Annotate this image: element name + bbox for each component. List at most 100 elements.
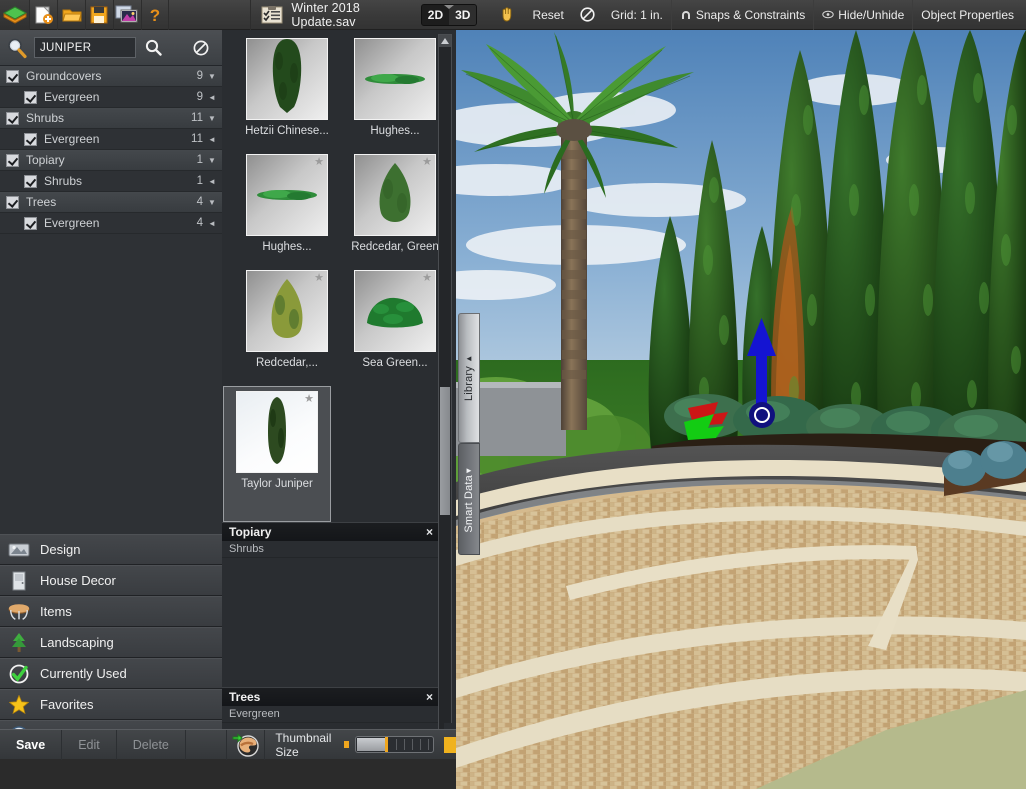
search-button[interactable] <box>136 30 170 66</box>
help-question-icon[interactable]: ? <box>142 0 170 30</box>
size-max-swatch[interactable] <box>444 736 457 753</box>
sub-panel-header: Topiary × <box>222 522 438 541</box>
slider-knob[interactable] <box>384 737 388 752</box>
favorite-star-icon[interactable]: ★ <box>422 273 432 284</box>
filter-caret-icon[interactable]: ◄ <box>208 177 216 186</box>
thumbnail-image[interactable] <box>354 38 436 120</box>
filter-checkbox[interactable] <box>24 90 37 104</box>
magnifier-icon <box>0 37 34 59</box>
clear-filter-icon[interactable] <box>184 30 218 66</box>
filter-caret-icon[interactable]: ▼ <box>208 72 216 81</box>
filter-caret-icon[interactable]: ▼ <box>208 114 216 123</box>
sidebar-item-favorites[interactable]: Favorites <box>0 689 222 720</box>
filter-row-shrubs-2[interactable]: Shrubs 11 ▼ <box>0 108 222 129</box>
sidebar-item-currently-used[interactable]: Currently Used <box>0 658 222 689</box>
no-entry-icon[interactable] <box>572 0 603 30</box>
file-name-label: Winter 2018 Update.sav <box>291 0 360 29</box>
save-button[interactable]: Save <box>0 729 63 760</box>
filter-caret-icon[interactable]: ◄ <box>208 93 216 102</box>
thumbnail-size-label: Thumbnail Size <box>275 730 332 759</box>
sub-panel-subtitle: Evergreen <box>222 706 438 723</box>
thumbnail-tile[interactable]: ★ Hughes... <box>234 154 340 280</box>
filter-count: 9 <box>196 70 203 82</box>
filter-row-groundcovers-0[interactable]: Groundcovers 9 ▼ <box>0 66 222 87</box>
object-properties-button[interactable]: Object Properties <box>912 0 1022 30</box>
thumbnail-tile[interactable]: Hetzii Chinese... <box>234 38 340 164</box>
delete-button[interactable]: Delete <box>117 729 186 760</box>
reset-button[interactable]: Reset <box>524 0 571 30</box>
filter-label: Trees <box>26 195 57 209</box>
filter-caret-icon[interactable]: ▼ <box>208 156 216 165</box>
thumbnail-tile-selected[interactable]: ★ Taylor Juniper <box>223 386 331 522</box>
filter-caret-icon[interactable]: ▼ <box>208 198 216 207</box>
view-mode-toggle[interactable]: 2D 3D <box>411 0 492 30</box>
sidebar-item-house-decor[interactable]: House Decor <box>0 565 222 596</box>
scrollbar-thumb[interactable] <box>440 387 450 515</box>
snaps-constraints-button[interactable]: Snaps & Constraints <box>670 0 813 30</box>
filter-row-shrubs-5[interactable]: Shrubs 1 ◄ <box>0 171 222 192</box>
save-floppy-icon[interactable] <box>86 0 114 30</box>
new-file-icon[interactable] <box>30 0 59 30</box>
edit-button[interactable]: Edit <box>62 729 117 760</box>
filter-caret-icon[interactable]: ◄ <box>208 135 216 144</box>
thumbnail-tile[interactable]: Hughes... <box>342 38 438 164</box>
3d-viewport[interactable]: ◄ Library ► Smart Data <box>456 30 1026 789</box>
sidebar-item-label: Currently Used <box>40 666 127 681</box>
thumbnail-size-slider[interactable] <box>354 736 435 753</box>
app-logo-icon[interactable] <box>0 0 31 30</box>
favorite-star-icon[interactable]: ★ <box>422 157 432 168</box>
view-3d-button[interactable]: 3D <box>449 4 477 25</box>
library-tab[interactable]: ◄ Library <box>458 313 480 443</box>
sub-panel-title: Trees <box>229 690 261 704</box>
sidebar-item-landscaping[interactable]: Landscaping <box>0 627 222 658</box>
close-icon[interactable]: × <box>426 525 433 539</box>
sidebar-item-design[interactable]: Design <box>0 534 222 565</box>
filter-checkbox[interactable] <box>6 69 19 83</box>
scroll-up-arrow-icon[interactable] <box>439 35 451 47</box>
favorite-star-icon[interactable]: ★ <box>304 394 314 405</box>
filter-checkbox[interactable] <box>24 216 37 230</box>
thumbnail-label: Hughes... <box>370 125 420 137</box>
smart-data-tab[interactable]: ► Smart Data <box>458 443 480 555</box>
filter-checkbox[interactable] <box>6 111 19 125</box>
filter-checkbox[interactable] <box>24 132 37 146</box>
close-icon[interactable]: × <box>426 690 433 704</box>
thumbnail-label: Redcedar,... <box>255 357 318 369</box>
hide-unhide-button[interactable]: Hide/Unhide <box>813 0 912 30</box>
library-scrollbar[interactable] <box>438 34 452 750</box>
current-file[interactable]: Winter 2018 Update.sav <box>251 0 410 30</box>
snaps-label: Snaps & Constraints <box>695 7 806 22</box>
thumbnail-image[interactable]: ★ <box>246 270 328 352</box>
thumbnail-tile[interactable]: ★ Sea Green... <box>342 270 438 396</box>
filter-checkbox[interactable] <box>6 195 19 209</box>
filter-row-evergreen-3[interactable]: Evergreen 11 ◄ <box>0 129 222 150</box>
thumbnail-image[interactable]: ★ <box>246 154 328 236</box>
filter-row-topiary-4[interactable]: Topiary 1 ▼ <box>0 150 222 171</box>
toolbar-gap <box>169 0 252 30</box>
favorite-star-icon[interactable]: ★ <box>314 157 324 168</box>
sidebar-item-label: Items <box>40 604 72 619</box>
filter-caret-icon[interactable]: ◄ <box>208 219 216 228</box>
open-folder-icon[interactable] <box>58 0 86 30</box>
sub-panel-header: Trees × <box>222 687 438 706</box>
grid-label[interactable]: Grid: 1 in. <box>603 0 671 30</box>
filter-checkbox[interactable] <box>24 174 37 188</box>
sidebar-item-items[interactable]: Items <box>0 596 222 627</box>
picture-icon[interactable] <box>114 0 142 30</box>
thumbnail-image[interactable]: ★ <box>354 270 436 352</box>
thumbnail-image[interactable]: ★ <box>354 154 436 236</box>
thumbnail-tile[interactable]: ★ Redcedar, Green <box>342 154 438 280</box>
favorite-star-icon[interactable]: ★ <box>314 273 324 284</box>
thumbnail-tile[interactable]: ★ Redcedar,... <box>234 270 340 396</box>
filter-row-trees-6[interactable]: Trees 4 ▼ <box>0 192 222 213</box>
view-2d-button[interactable]: 2D <box>421 4 450 25</box>
thumbnail-image[interactable]: ★ <box>236 391 318 473</box>
search-input[interactable] <box>34 37 136 58</box>
application-window: ? Winter 2018 Update.sav 2D 3D Reset Gri… <box>0 0 1026 789</box>
paint-import-icon[interactable] <box>227 729 266 760</box>
thumbnail-image[interactable] <box>246 38 328 120</box>
filter-checkbox[interactable] <box>6 153 19 167</box>
pan-hand-icon[interactable] <box>491 0 524 30</box>
filter-row-evergreen-7[interactable]: Evergreen 4 ◄ <box>0 213 222 234</box>
filter-row-evergreen-1[interactable]: Evergreen 9 ◄ <box>0 87 222 108</box>
